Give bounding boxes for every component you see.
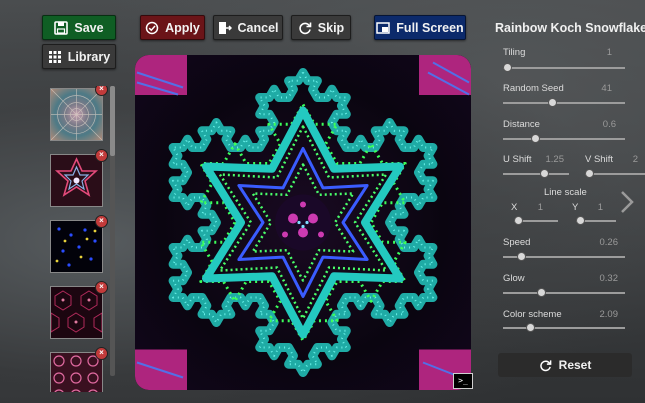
library-list: × × × × × xyxy=(48,86,110,392)
delete-icon[interactable]: × xyxy=(95,281,108,294)
v-shift-value: 2 xyxy=(632,154,638,165)
line-scale-x-value: 1 xyxy=(537,202,543,213)
reset-label: Reset xyxy=(558,358,592,372)
delete-icon[interactable]: × xyxy=(95,347,108,360)
u-shift-label: U Shift xyxy=(503,154,532,165)
library-item[interactable]: × xyxy=(50,215,108,273)
refresh-icon xyxy=(539,359,552,371)
fullscreen-label: Full Screen xyxy=(396,20,464,35)
line-scale-y-slider-handle[interactable] xyxy=(576,216,585,225)
shader-preview[interactable] xyxy=(135,55,471,390)
glow-slider-handle[interactable] xyxy=(536,288,546,297)
apply-label: Apply xyxy=(165,20,200,35)
delete-icon[interactable]: × xyxy=(95,215,108,228)
pattern-thumbnail xyxy=(55,227,97,267)
save-icon xyxy=(54,20,69,35)
grid-icon xyxy=(48,50,61,63)
distance-label: Distance xyxy=(503,119,540,130)
library-item[interactable]: × xyxy=(50,347,108,392)
refresh-icon xyxy=(299,22,312,34)
speed-slider-handle[interactable] xyxy=(516,252,526,261)
library-button[interactable]: Library xyxy=(42,44,116,69)
distance-slider-track[interactable] xyxy=(503,138,625,140)
pattern-thumbnail xyxy=(50,88,103,141)
tiling-slider-track[interactable] xyxy=(503,67,625,69)
tiling-value: 1 xyxy=(606,47,612,58)
distance-value: 0.6 xyxy=(602,119,616,130)
save-button[interactable]: Save xyxy=(42,15,116,40)
pattern-thumbnail xyxy=(53,355,99,392)
random-seed-label: Random Seed xyxy=(503,83,564,94)
skip-button[interactable]: Skip xyxy=(291,15,351,40)
color-scheme-slider-handle[interactable] xyxy=(525,323,535,332)
line-scale-x-slider-handle[interactable] xyxy=(514,216,523,225)
pattern-thumbnail xyxy=(50,290,103,333)
u-shift-slider-handle[interactable] xyxy=(540,169,550,178)
reset-button[interactable]: Reset xyxy=(498,353,632,377)
random-seed-value: 41 xyxy=(601,83,612,94)
tiling-label: Tiling xyxy=(503,47,526,58)
u-shift-value: 1.25 xyxy=(545,154,565,165)
fullscreen-icon xyxy=(376,21,391,34)
glow-slider-track[interactable] xyxy=(503,292,625,294)
snowflake-render xyxy=(135,55,471,390)
skip-label: Skip xyxy=(317,20,345,35)
pattern-thumbnail xyxy=(54,157,99,197)
cancel-label: Cancel xyxy=(237,20,279,35)
u-shift-slider-track[interactable] xyxy=(503,173,569,175)
library-label: Library xyxy=(67,49,111,64)
terminal-icon[interactable]: >_ xyxy=(453,373,473,389)
check-circle-icon xyxy=(145,21,159,34)
delete-icon[interactable]: × xyxy=(95,149,108,162)
library-scrollbar[interactable] xyxy=(110,86,115,376)
v-shift-slider-track[interactable] xyxy=(585,173,645,175)
chevron-right-icon[interactable] xyxy=(618,188,636,216)
color-scheme-value: 2.09 xyxy=(599,309,619,320)
exit-icon xyxy=(218,21,232,34)
random-seed-slider-track[interactable] xyxy=(503,102,625,104)
glow-value: 0.32 xyxy=(599,273,619,284)
line-scale-label: Line scale xyxy=(544,187,587,198)
speed-label: Speed xyxy=(503,237,531,248)
library-item[interactable]: × xyxy=(50,149,108,207)
library-item[interactable]: × xyxy=(50,281,108,339)
fullscreen-button[interactable]: Full Screen xyxy=(374,15,466,40)
color-scheme-label: Color scheme xyxy=(503,309,562,320)
v-shift-label: V Shift xyxy=(585,154,613,165)
line-scale-y-label: Y xyxy=(572,202,579,213)
line-scale-x-label: X xyxy=(511,202,518,213)
v-shift-slider-handle[interactable] xyxy=(585,169,594,178)
color-scheme-slider-track[interactable] xyxy=(503,327,625,329)
line-scale-y-value: 1 xyxy=(597,202,603,213)
delete-icon[interactable]: × xyxy=(95,86,108,96)
apply-button[interactable]: Apply xyxy=(140,15,205,40)
tiling-slider-handle[interactable] xyxy=(503,63,512,72)
scrollbar-thumb[interactable] xyxy=(110,86,115,156)
speed-value: 0.26 xyxy=(599,237,619,248)
glow-label: Glow xyxy=(503,273,525,284)
cancel-button[interactable]: Cancel xyxy=(213,15,283,40)
save-label: Save xyxy=(74,20,104,35)
panel-title: Rainbow Koch Snowflake xyxy=(495,21,645,35)
library-item[interactable]: × xyxy=(50,86,108,141)
